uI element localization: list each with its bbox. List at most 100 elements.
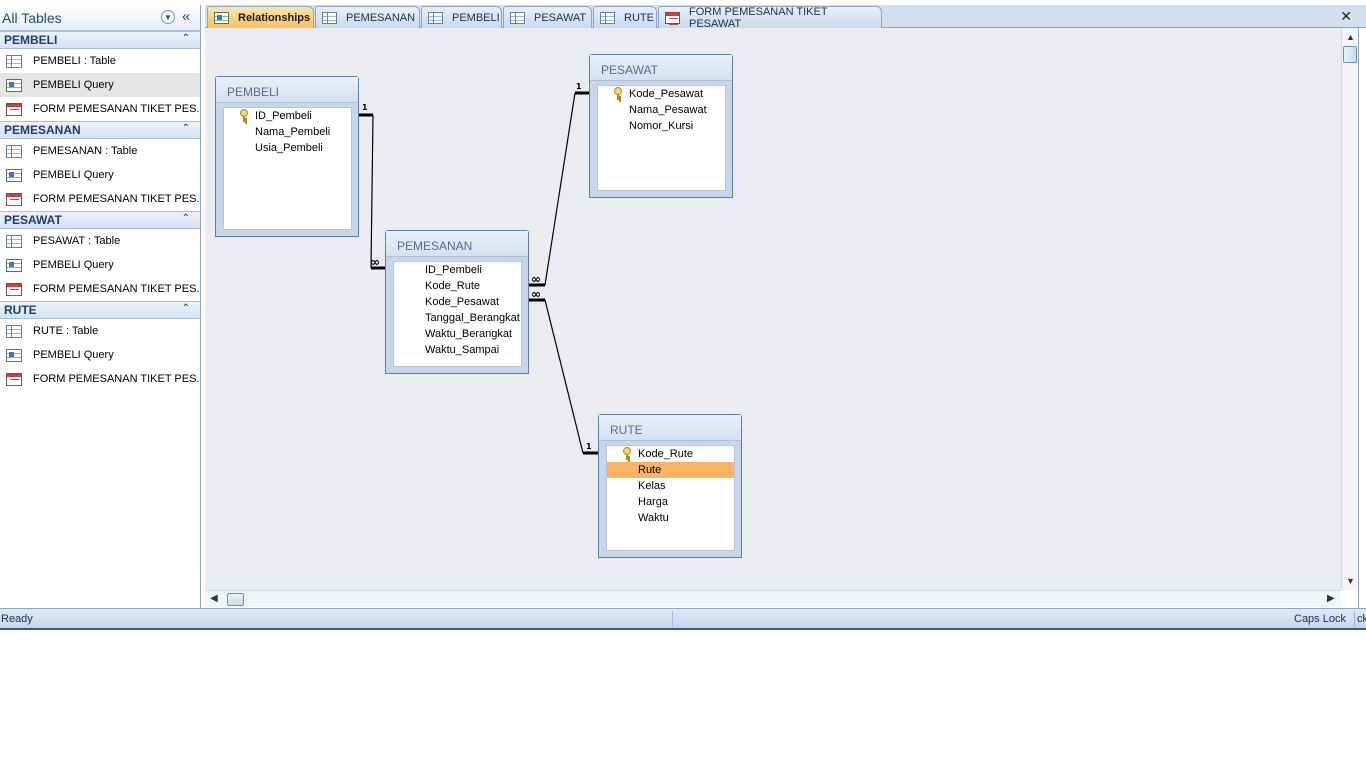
table-box-pesawat[interactable]: PESAWAT Kode_Pesawat Nama_Pesawat Nomor_Ku… — [589, 54, 733, 198]
scroll-down-icon[interactable]: ▼ — [1346, 576, 1355, 586]
nav-item[interactable]: PEMBELI Query — [0, 163, 200, 187]
nav-item[interactable]: FORM PEMESANAN TIKET PES... — [0, 187, 200, 211]
chevron-up-icon[interactable]: ⌃ — [182, 303, 190, 314]
close-icon[interactable]: ✕ — [1340, 8, 1352, 25]
relationship-pembeli-pemesanan[interactable]: 1 ∞ — [358, 103, 385, 270]
field-row[interactable]: Nomor_Kursi — [598, 118, 725, 134]
shutter-bar-collapse-icon[interactable]: « — [182, 8, 190, 25]
field-name: Kode_Pesawat — [629, 88, 703, 100]
tab-form-pemesanan-tiket-pesawat[interactable]: FORM PEMESANAN TIKET PESAWAT — [658, 6, 882, 30]
field-name: Kelas — [638, 480, 666, 492]
query-icon — [6, 168, 22, 182]
vertical-scrollbar[interactable]: ▲ ▼ — [1341, 28, 1358, 590]
table-icon — [6, 54, 22, 68]
nav-item[interactable]: PEMBELI Query — [0, 343, 200, 367]
chevron-down-icon[interactable]: ▼ — [161, 10, 175, 24]
nav-item[interactable]: FORM PEMESANAN TIKET PES... — [0, 277, 200, 301]
relationship-lines: 1 ∞ 1 ∞ 1 ∞ — [358, 82, 598, 455]
primary-key-icon — [239, 109, 248, 122]
table-title[interactable]: PEMESANAN — [386, 231, 528, 257]
field-row[interactable]: Kode_Rute — [394, 278, 521, 294]
tab-label: RUTE — [624, 11, 654, 24]
relationships-icon — [214, 11, 229, 24]
chevron-up-icon[interactable]: ⌃ — [182, 123, 190, 134]
tab-pembeli[interactable]: PEMBELI — [421, 6, 502, 28]
field-row[interactable]: Kode_Rute — [607, 446, 734, 462]
relationship-rute-pemesanan[interactable]: 1 ∞ — [529, 287, 598, 455]
nav-item[interactable]: PEMESANAN : Table — [0, 139, 200, 163]
field-name: Nama_Pembeli — [255, 126, 331, 138]
nav-item-label: PEMBELI : Table — [33, 55, 116, 67]
nav-item[interactable]: PESAWAT : Table — [0, 229, 200, 253]
table-icon — [6, 324, 22, 338]
nav-group-header-pesawat[interactable]: PESAWAT ⌃ — [0, 211, 200, 229]
tab-label: PEMBELI — [452, 11, 500, 24]
relationships-canvas[interactable]: 1 ∞ 1 ∞ 1 ∞ PEMBELI ID_Pembeli Nama_Pembe… — [205, 28, 1341, 590]
tab-rute[interactable]: RUTE — [593, 6, 657, 28]
tab-pesawat[interactable]: PESAWAT — [503, 6, 592, 28]
nav-item[interactable]: FORM PEMESANAN TIKET PES... — [0, 367, 200, 391]
scroll-left-icon[interactable]: ◀ — [210, 593, 218, 604]
nav-item-label: PEMBELI Query — [33, 349, 114, 361]
field-name: Nama_Pesawat — [629, 104, 707, 116]
field-name: Kode_Rute — [425, 280, 481, 292]
scroll-right-icon[interactable]: ▶ — [1327, 593, 1335, 604]
nav-item[interactable]: FORM PEMESANAN TIKET PES... — [0, 97, 200, 121]
window-edge — [1358, 28, 1366, 608]
field-row[interactable]: Waktu_Berangkat — [394, 326, 521, 342]
chevron-up-icon[interactable]: ⌃ — [182, 213, 190, 224]
field-row[interactable]: Waktu — [607, 510, 734, 526]
field-row[interactable]: Kode_Pesawat — [598, 86, 725, 102]
nav-item[interactable]: PEMBELI Query — [0, 73, 200, 97]
nav-item[interactable]: PEMBELI Query — [0, 253, 200, 277]
nav-group-header-rute[interactable]: RUTE ⌃ — [0, 301, 200, 319]
field-row[interactable]: Nama_Pesawat — [598, 102, 725, 118]
field-row[interactable]: Kelas — [607, 478, 734, 494]
one-cardinality-label: 1 — [362, 103, 368, 112]
form-icon — [665, 11, 680, 25]
scroll-thumb[interactable] — [1343, 46, 1357, 63]
field-row[interactable]: Rute — [607, 462, 734, 478]
status-bar: Ready Caps Lock ck — [0, 608, 1366, 630]
table-title[interactable]: RUTE — [599, 415, 741, 441]
many-cardinality-label: ∞ — [370, 255, 380, 269]
field-row[interactable]: Harga — [607, 494, 734, 510]
field-name: Rute — [638, 464, 662, 476]
table-icon — [6, 234, 22, 248]
field-row[interactable]: ID_Pembeli — [224, 108, 351, 124]
nav-group-header-pembeli[interactable]: PEMBELI ⌃ — [0, 31, 200, 49]
many-cardinality-label: ∞ — [531, 272, 541, 286]
field-row[interactable]: Kode_Pesawat — [394, 294, 521, 310]
tab-pemesanan[interactable]: PEMESANAN — [315, 6, 420, 28]
horizontal-scrollbar[interactable]: ◀ ▶ — [205, 590, 1341, 607]
table-title[interactable]: PESAWAT — [590, 55, 732, 81]
scroll-up-icon[interactable]: ▲ — [1346, 32, 1355, 42]
document-tab-strip: Relationships PEMESANAN PEMBELI PESAWAT RUTE… — [205, 5, 1366, 30]
chevron-up-icon[interactable]: ⌃ — [182, 33, 190, 44]
scroll-thumb[interactable] — [227, 593, 244, 606]
table-box-pembeli[interactable]: PEMBELI ID_Pembeli Nama_Pembeli Usia_Pembe… — [215, 76, 359, 237]
query-icon — [6, 258, 22, 272]
field-row[interactable]: Usia_Pembeli — [224, 140, 351, 156]
primary-key-icon — [622, 447, 631, 460]
table-box-rute[interactable]: RUTE Kode_Rute Rute Kelas Harga Waktu — [598, 414, 742, 558]
nav-item[interactable]: PEMBELI : Table — [0, 49, 200, 73]
form-icon — [6, 102, 22, 116]
field-row[interactable]: Tanggal_Berangkat — [394, 310, 521, 326]
table-title[interactable]: PEMBELI — [216, 77, 358, 103]
nav-item[interactable]: RUTE : Table — [0, 319, 200, 343]
nav-pane-title[interactable]: All Tables — [2, 10, 62, 26]
query-icon — [6, 348, 22, 362]
relationship-pesawat-pemesanan[interactable]: 1 ∞ — [529, 82, 589, 287]
nav-pane-header[interactable]: All Tables ▼ « — [0, 5, 200, 31]
field-row[interactable]: ID_Pembeli — [394, 262, 521, 278]
field-row[interactable]: Waktu_Sampai — [394, 342, 521, 358]
tab-relationships[interactable]: Relationships — [207, 6, 314, 28]
one-cardinality-label: 1 — [576, 82, 582, 91]
field-name: Usia_Pembeli — [255, 142, 323, 154]
nav-group-header-pemesanan[interactable]: PEMESANAN ⌃ — [0, 121, 200, 139]
table-box-pemesanan[interactable]: PEMESANAN ID_Pembeli Kode_Rute Kode_Pesawa… — [385, 230, 529, 374]
field-row[interactable]: Nama_Pembeli — [224, 124, 351, 140]
field-name: ID_Pembeli — [425, 264, 482, 276]
nav-group-label: PEMESANAN — [4, 123, 81, 137]
